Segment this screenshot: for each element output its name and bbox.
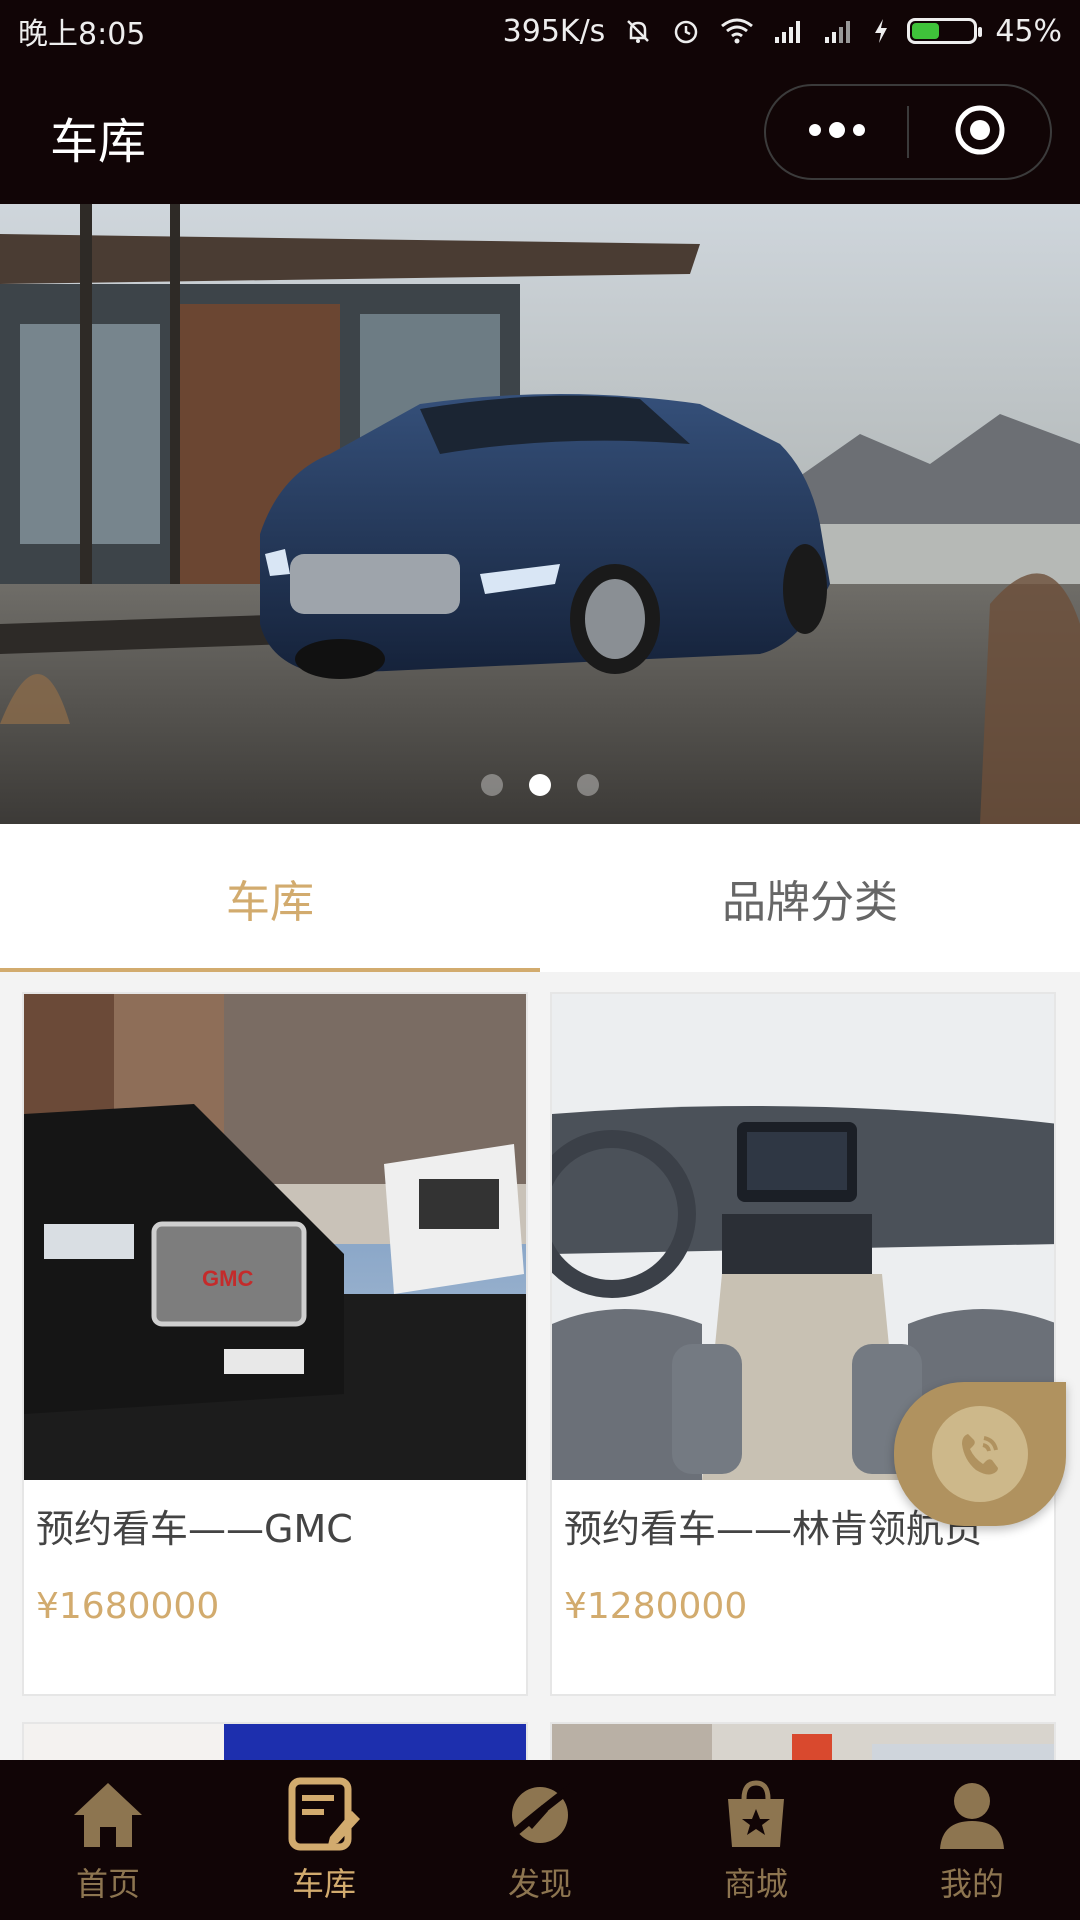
banner-carousel[interactable] <box>0 204 1080 824</box>
tabbar-item-home[interactable]: 首页 <box>0 1760 216 1920</box>
target-circle-icon <box>953 103 1007 161</box>
tabbar-label: 发现 <box>507 1865 572 1903</box>
banner-image <box>0 204 1080 824</box>
car-card-gmc[interactable]: GMC 预约看车——GMC ¥1680000 <box>22 992 528 1696</box>
tabbar-label: 商城 <box>723 1865 788 1903</box>
battery-percent: 45% <box>995 13 1062 49</box>
car-image-gmc: GMC <box>24 994 526 1480</box>
call-button[interactable] <box>894 1382 1066 1526</box>
wifi-icon <box>719 16 755 46</box>
carousel-dot[interactable] <box>577 774 599 796</box>
shopping-bag-star-icon <box>716 1775 796 1855</box>
tabbar-item-discover[interactable]: 发现 <box>432 1760 648 1920</box>
alarm-icon <box>671 16 701 46</box>
status-indicators: 395K/s 45% <box>503 14 1062 49</box>
carousel-dot[interactable] <box>481 774 503 796</box>
car-card[interactable] <box>22 1722 528 1760</box>
car-title: 预约看车——GMC <box>36 1507 353 1551</box>
tab-garage[interactable]: 车库 <box>0 824 540 972</box>
car-card[interactable] <box>550 1722 1056 1760</box>
mini-program-capsule <box>764 84 1052 180</box>
status-bar: 晚上8:05 395K/s 45% <box>0 0 1080 62</box>
phone-icon <box>932 1406 1028 1502</box>
carousel-dot[interactable] <box>529 774 551 796</box>
mute-bell-icon <box>623 16 653 46</box>
tabbar-item-mall[interactable]: 商城 <box>648 1760 864 1920</box>
car-grid: GMC 预约看车——GMC ¥1680000 预约看车——林肯领航员 ¥1280… <box>0 972 1080 1760</box>
svg-text:GMC: GMC <box>202 1266 253 1291</box>
tabbar-item-profile[interactable]: 我的 <box>864 1760 1080 1920</box>
category-tabs: 车库 品牌分类 <box>0 824 1080 972</box>
carousel-indicators <box>0 774 1080 796</box>
charging-icon <box>873 17 889 45</box>
network-speed: 395K/s <box>502 13 606 49</box>
close-button[interactable] <box>909 86 1050 178</box>
page-title: 车库 <box>50 114 147 170</box>
user-icon <box>932 1775 1012 1855</box>
tabbar-label: 我的 <box>939 1865 1004 1903</box>
edit-doc-icon <box>284 1775 364 1855</box>
tabbar-label: 首页 <box>75 1865 140 1903</box>
car-image <box>552 1724 1054 1760</box>
more-dots-icon <box>807 120 867 144</box>
home-icon <box>68 1775 148 1855</box>
car-image <box>24 1724 526 1760</box>
tab-brand-category[interactable]: 品牌分类 <box>540 824 1080 972</box>
more-button[interactable] <box>766 86 907 178</box>
battery-icon <box>907 18 983 44</box>
signal-icon <box>773 17 805 45</box>
nav-bar: 车库 <box>0 62 1080 204</box>
signal-icon <box>823 17 855 45</box>
car-card-lincoln[interactable]: 预约看车——林肯领航员 ¥1280000 <box>550 992 1056 1696</box>
bottom-tab-bar: 首页 车库 发现 商城 我的 <box>0 1760 1080 1920</box>
car-price: ¥1280000 <box>564 1586 748 1627</box>
status-time: 晚上8:05 <box>18 17 146 52</box>
tabbar-label: 车库 <box>291 1865 356 1903</box>
planet-icon <box>500 1775 580 1855</box>
car-price: ¥1680000 <box>36 1586 220 1627</box>
tabbar-item-garage[interactable]: 车库 <box>216 1760 432 1920</box>
